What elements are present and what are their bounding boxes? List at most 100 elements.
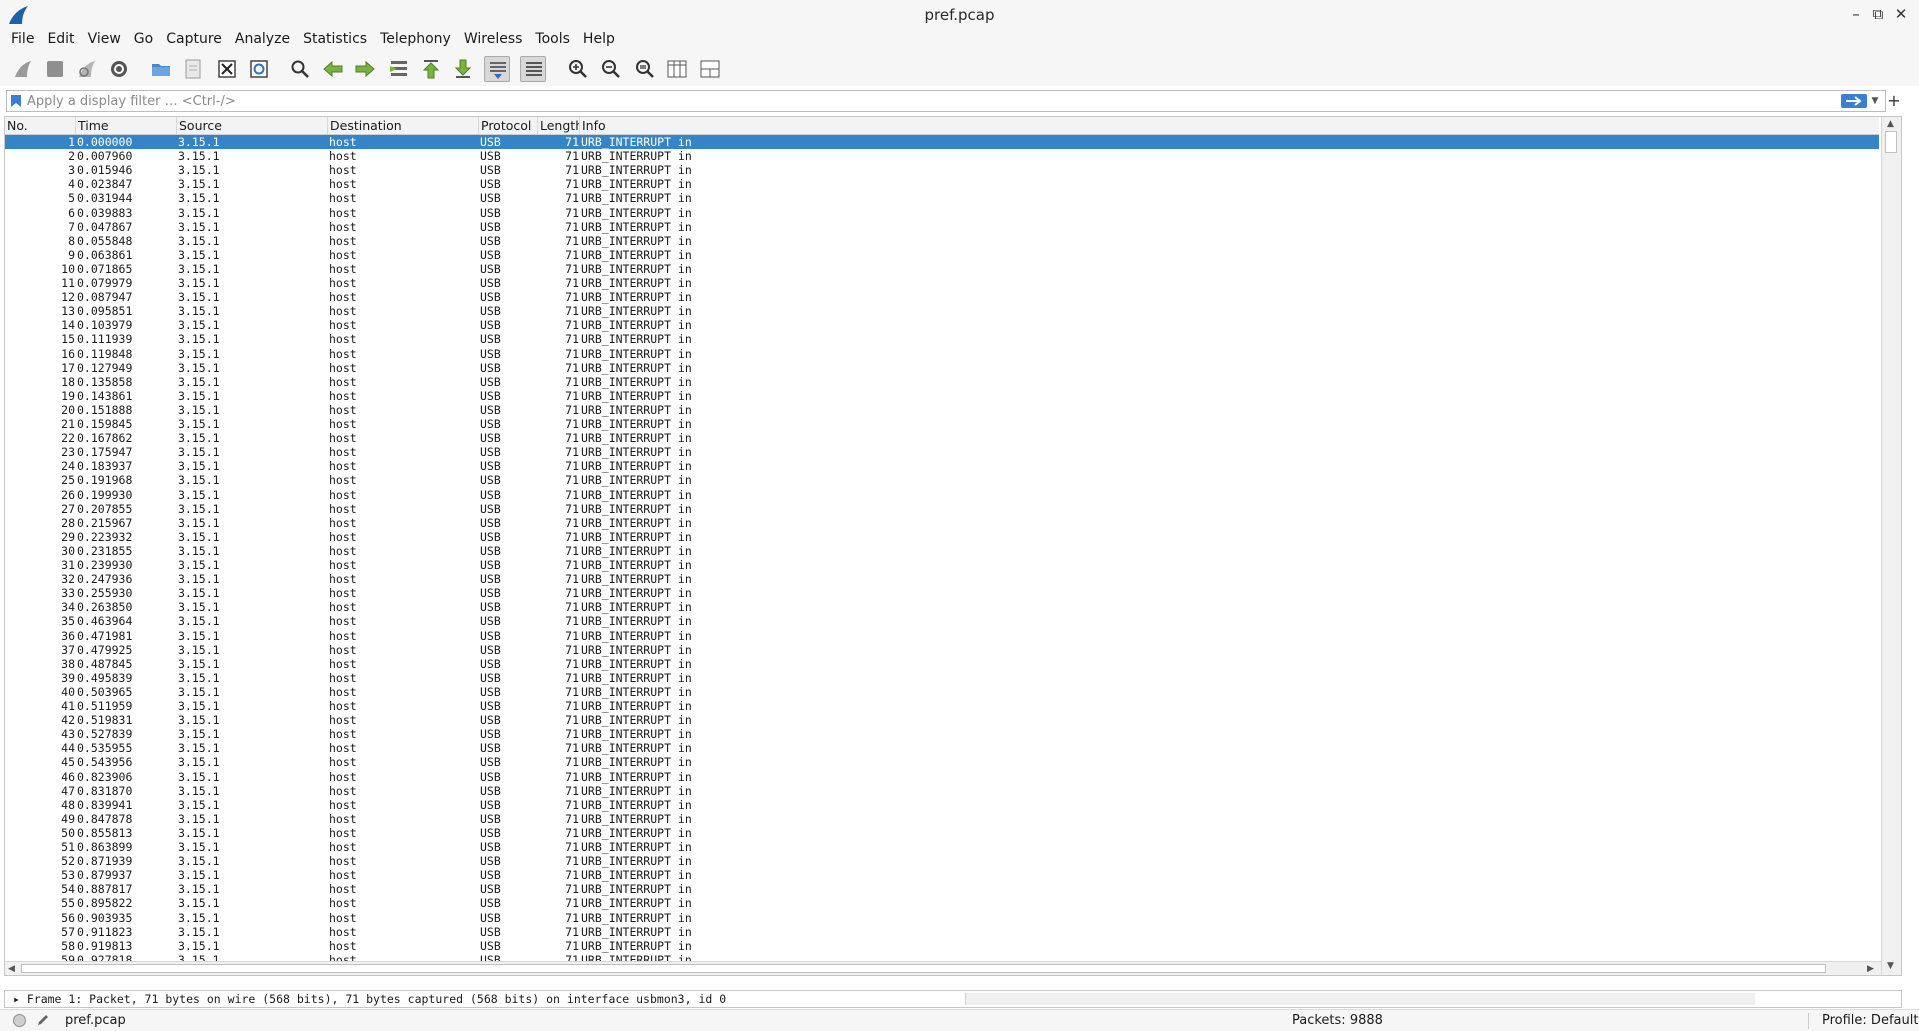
status-profile[interactable]: Profile: Default bbox=[1822, 1013, 1918, 1028]
packet-row[interactable]: 7 0.047867 3.15.1 host USB 71 URB_INTERRUPT in bbox=[5, 219, 1879, 234]
packet-row[interactable]: 12 0.087947 3.15.1 host USB 71 URB_INTERRUPT i… bbox=[5, 290, 1879, 305]
scroll-up-icon[interactable]: ▲ bbox=[1887, 118, 1894, 130]
zoom-out-icon[interactable] bbox=[598, 56, 624, 82]
packet-row[interactable]: 55 0.895822 3.15.1 host USB 71 URB_INTERRUPT i… bbox=[5, 896, 1879, 911]
menu-help[interactable]: Help bbox=[583, 30, 623, 52]
go-back-arrow-icon[interactable] bbox=[320, 56, 346, 82]
find-magnifier-icon[interactable] bbox=[287, 56, 313, 82]
packet-row[interactable]: 31 0.239930 3.15.1 host USB 71 URB_INTERRUPT i… bbox=[5, 558, 1879, 572]
packet-row[interactable]: 6 0.039883 3.15.1 host USB 71 URB_INTERRUPT in bbox=[5, 205, 1879, 220]
menu-go[interactable]: Go bbox=[134, 30, 161, 52]
frame-summary-tree-item[interactable]: ▸ Frame 1: Packet, 71 bytes on wire (568… bbox=[13, 992, 726, 1007]
shark-fin-start-icon[interactable] bbox=[10, 56, 36, 82]
packet-row[interactable]: 30 0.231855 3.15.1 host USB 71 URB_INTERRUPT i… bbox=[5, 543, 1879, 558]
packet-row[interactable]: 29 0.223932 3.15.1 host USB 71 URB_INTERRUPT i… bbox=[5, 529, 1879, 544]
capture-comment-pencil-icon[interactable] bbox=[36, 1013, 50, 1027]
packet-row[interactable]: 40 0.503965 3.15.1 host USB 71 URB_INTERRUPT i… bbox=[5, 684, 1879, 699]
stop-icon[interactable] bbox=[42, 56, 68, 82]
menu-statistics[interactable]: Statistics bbox=[303, 30, 375, 52]
packet-row[interactable]: 59 0.927818 3.15.1 host USB 71 URB_INTERRUPT i… bbox=[5, 952, 1879, 961]
packet-row[interactable]: 38 0.487845 3.15.1 host USB 71 URB_INTERRUPT i… bbox=[5, 656, 1879, 671]
zoom-in-icon[interactable] bbox=[565, 56, 591, 82]
packet-row[interactable]: 27 0.207855 3.15.1 host USB 71 URB_INTERRUPT i… bbox=[5, 501, 1879, 516]
packet-row[interactable]: 1 0.000000 3.15.1 host USB 71 URB_INTERRUPT in bbox=[5, 135, 1879, 149]
expert-info-led-icon[interactable] bbox=[13, 1014, 26, 1027]
packet-row[interactable]: 3 0.015946 3.15.1 host USB 71 URB_INTERRUPT in bbox=[5, 163, 1879, 178]
packet-row[interactable]: 43 0.527839 3.15.1 host USB 71 URB_INTERRUPT i… bbox=[5, 727, 1879, 742]
packet-row[interactable]: 53 0.879937 3.15.1 host USB 71 URB_INTERRUPT i… bbox=[5, 868, 1879, 883]
packet-row[interactable]: 20 0.151888 3.15.1 host USB 71 URB_INTERRUPT i… bbox=[5, 402, 1879, 417]
capture-options-gear-icon[interactable] bbox=[106, 56, 132, 82]
minimize-button[interactable]: – bbox=[1847, 5, 1865, 23]
column-header-no[interactable]: No. bbox=[5, 117, 76, 134]
add-filter-button[interactable]: + bbox=[1886, 92, 1902, 110]
maximize-button[interactable]: ⧉ bbox=[1869, 5, 1887, 23]
packet-row[interactable]: 15 0.111939 3.15.1 host USB 71 URB_INTERRUPT i… bbox=[5, 332, 1879, 347]
go-to-packet-icon[interactable] bbox=[386, 56, 412, 82]
menu-analyze[interactable]: Analyze bbox=[235, 30, 298, 52]
apply-filter-arrow-icon[interactable] bbox=[1841, 94, 1867, 108]
packet-row[interactable]: 56 0.903935 3.15.1 host USB 71 URB_INTERRUPT i… bbox=[5, 910, 1879, 925]
horizontal-scroll-thumb[interactable] bbox=[21, 964, 1826, 973]
vertical-scrollbar[interactable]: ▲ ▼ bbox=[1881, 117, 1901, 975]
packet-row[interactable]: 16 0.119848 3.15.1 host USB 71 URB_INTERRUPT i… bbox=[5, 346, 1879, 361]
packet-row[interactable]: 10 0.071865 3.15.1 host USB 71 URB_INTERRUPT i… bbox=[5, 261, 1879, 276]
packet-row[interactable]: 42 0.519831 3.15.1 host USB 71 URB_INTERRUPT i… bbox=[5, 713, 1879, 728]
column-header-protocol[interactable]: Protocol bbox=[479, 117, 538, 134]
packet-row[interactable]: 39 0.495839 3.15.1 host USB 71 URB_INTERRUPT i… bbox=[5, 670, 1879, 685]
packet-row[interactable]: 50 0.855813 3.15.1 host USB 71 URB_INTERRUPT i… bbox=[5, 825, 1879, 840]
colorize-icon[interactable] bbox=[520, 56, 546, 82]
layout-icon[interactable] bbox=[697, 56, 723, 82]
last-packet-icon[interactable] bbox=[450, 56, 476, 82]
menu-capture[interactable]: Capture bbox=[166, 30, 230, 52]
scroll-right-icon[interactable]: ▶ bbox=[1867, 963, 1874, 975]
close-window-button[interactable]: ✕ bbox=[1892, 5, 1910, 23]
menu-view[interactable]: View bbox=[88, 30, 129, 52]
column-header-length[interactable]: Length bbox=[538, 117, 580, 134]
packet-row[interactable]: 41 0.511959 3.15.1 host USB 71 URB_INTERRUPT i… bbox=[5, 699, 1879, 713]
packet-row[interactable]: 51 0.863899 3.15.1 host USB 71 URB_INTERRUPT i… bbox=[5, 840, 1879, 854]
packet-row[interactable]: 35 0.463964 3.15.1 host USB 71 URB_INTERRUPT i… bbox=[5, 614, 1879, 629]
packet-row[interactable]: 9 0.063861 3.15.1 host USB 71 URB_INTERRUPT in bbox=[5, 247, 1879, 262]
reload-icon[interactable] bbox=[246, 56, 272, 82]
auto-scroll-icon[interactable] bbox=[484, 56, 510, 82]
packet-row[interactable]: 26 0.199930 3.15.1 host USB 71 URB_INTERRUPT i… bbox=[5, 487, 1879, 502]
open-folder-icon[interactable] bbox=[148, 56, 174, 82]
column-header-source[interactable]: Source bbox=[177, 117, 328, 134]
packet-row[interactable]: 2 0.007960 3.15.1 host USB 71 URB_INTERRUPT in bbox=[5, 149, 1879, 164]
close-file-icon[interactable] bbox=[214, 56, 240, 82]
menu-tools[interactable]: Tools bbox=[535, 30, 578, 52]
go-forward-arrow-icon[interactable] bbox=[352, 56, 378, 82]
packet-row[interactable]: 13 0.095851 3.15.1 host USB 71 URB_INTERRUPT i… bbox=[5, 304, 1879, 319]
menu-wireless[interactable]: Wireless bbox=[464, 30, 531, 52]
filter-bookmark-icon[interactable] bbox=[10, 94, 22, 108]
packet-row[interactable]: 24 0.183937 3.15.1 host USB 71 URB_INTERRUPT i… bbox=[5, 459, 1879, 474]
packet-row[interactable]: 34 0.263850 3.15.1 host USB 71 URB_INTERRUPT i… bbox=[5, 600, 1879, 615]
column-header-time[interactable]: Time bbox=[76, 117, 177, 134]
packet-row[interactable]: 18 0.135858 3.15.1 host USB 71 URB_INTERRUPT i… bbox=[5, 374, 1879, 389]
menu-edit[interactable]: Edit bbox=[47, 30, 82, 52]
column-header-destination[interactable]: Destination bbox=[328, 117, 479, 134]
zoom-normal-icon[interactable] bbox=[632, 56, 658, 82]
packet-row[interactable]: 21 0.159845 3.15.1 host USB 71 URB_INTERRUPT i… bbox=[5, 417, 1879, 431]
packet-row[interactable]: 23 0.175947 3.15.1 host USB 71 URB_INTERRUPT i… bbox=[5, 445, 1879, 460]
scroll-left-icon[interactable]: ◀ bbox=[8, 963, 15, 975]
vertical-scroll-thumb[interactable] bbox=[1885, 131, 1897, 153]
first-packet-icon[interactable] bbox=[418, 56, 444, 82]
details-scroll-region[interactable] bbox=[965, 993, 1755, 1005]
packet-row[interactable]: 8 0.055848 3.15.1 host USB 71 URB_INTERRUPT in bbox=[5, 233, 1879, 248]
packet-row[interactable]: 57 0.911823 3.15.1 host USB 71 URB_INTERRUPT i… bbox=[5, 924, 1879, 939]
horizontal-scrollbar[interactable]: ◀ ▶ bbox=[5, 961, 1881, 975]
filter-history-dropdown-icon[interactable]: ▼ bbox=[1869, 93, 1881, 109]
packet-row[interactable]: 33 0.255930 3.15.1 host USB 71 URB_INTERRUPT i… bbox=[5, 586, 1879, 601]
packet-row[interactable]: 45 0.543956 3.15.1 host USB 71 URB_INTERRUPT i… bbox=[5, 755, 1879, 770]
packet-row[interactable]: 32 0.247936 3.15.1 host USB 71 URB_INTERRUPT i… bbox=[5, 572, 1879, 587]
packet-row[interactable]: 48 0.839941 3.15.1 host USB 71 URB_INTERRUPT i… bbox=[5, 797, 1879, 812]
packet-row[interactable]: 25 0.191968 3.15.1 host USB 71 URB_INTERRUPT i… bbox=[5, 473, 1879, 488]
save-file-icon[interactable] bbox=[180, 56, 206, 82]
packet-row[interactable]: 28 0.215967 3.15.1 host USB 71 URB_INTERRUPT i… bbox=[5, 515, 1879, 530]
packet-row[interactable]: 19 0.143861 3.15.1 host USB 71 URB_INTERRUPT i… bbox=[5, 388, 1879, 403]
scroll-down-icon[interactable]: ▼ bbox=[1887, 960, 1894, 972]
packet-row[interactable]: 54 0.887817 3.15.1 host USB 71 URB_INTERRUPT i… bbox=[5, 882, 1879, 897]
packet-row[interactable]: 17 0.127949 3.15.1 host USB 71 URB_INTERRUPT i… bbox=[5, 360, 1879, 375]
